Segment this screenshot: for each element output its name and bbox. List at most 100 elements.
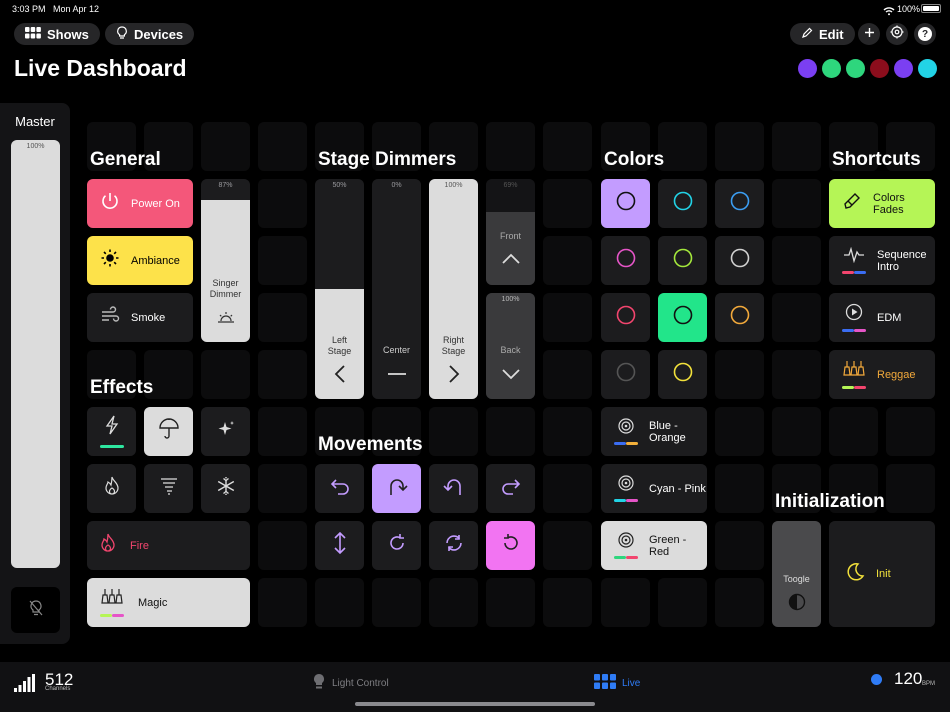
color-preset-button[interactable] bbox=[601, 179, 650, 228]
circle-icon bbox=[672, 190, 694, 217]
edm-shortcut[interactable]: EDM bbox=[829, 293, 935, 342]
color-preset-button[interactable] bbox=[601, 350, 650, 399]
smoke-button[interactable]: Smoke bbox=[87, 293, 193, 342]
color-preset-button[interactable] bbox=[601, 293, 650, 342]
snowflake-effect-button[interactable] bbox=[201, 464, 250, 513]
help-button[interactable]: ? bbox=[914, 23, 936, 45]
question-mark-icon: ? bbox=[918, 27, 932, 41]
front-label: Front bbox=[499, 231, 521, 241]
color-preset-button[interactable] bbox=[658, 236, 707, 285]
chevron-right-icon bbox=[429, 364, 478, 384]
header-color-dot[interactable] bbox=[846, 59, 865, 78]
sequence-intro-shortcut[interactable]: Sequence Intro bbox=[829, 236, 935, 285]
master-title: Master bbox=[15, 114, 55, 129]
header-color-dot[interactable] bbox=[822, 59, 841, 78]
left-stage-fader[interactable]: 50% Left Stage bbox=[315, 179, 364, 399]
color-preset-button[interactable] bbox=[658, 350, 707, 399]
color-preset-button[interactable] bbox=[715, 179, 764, 228]
color-preset-button[interactable] bbox=[658, 293, 707, 342]
color-preset-button[interactable] bbox=[715, 236, 764, 285]
rotate-clockwise-button[interactable] bbox=[372, 521, 421, 570]
move-forward-right-button[interactable] bbox=[486, 464, 535, 513]
arrow-turn-up-left-icon bbox=[442, 475, 465, 502]
circle-icon bbox=[615, 361, 637, 388]
preset-green-red-button[interactable]: Green - Red bbox=[601, 521, 707, 570]
master-panel: Master 100% bbox=[0, 103, 70, 644]
header-color-dot[interactable] bbox=[918, 59, 937, 78]
minus-icon bbox=[372, 372, 421, 376]
master-fader[interactable]: 100% bbox=[11, 140, 60, 568]
singer-dimmer-fader[interactable]: 87% Singer Dimmer bbox=[201, 179, 250, 342]
flame-effect-button[interactable] bbox=[87, 464, 136, 513]
front-fader[interactable]: 69% Front bbox=[486, 179, 535, 285]
reggae-shortcut[interactable]: Reggae bbox=[829, 350, 935, 399]
blackout-button[interactable] bbox=[11, 587, 60, 633]
header-color-dot[interactable] bbox=[894, 59, 913, 78]
rotate-counterclockwise-button[interactable] bbox=[486, 521, 535, 570]
center-fader[interactable]: 0% Center bbox=[372, 179, 421, 399]
ambiance-button[interactable]: Ambiance bbox=[87, 236, 193, 285]
ambiance-label: Ambiance bbox=[131, 254, 180, 267]
empty-grid-cell bbox=[715, 464, 764, 513]
header-color-dot[interactable] bbox=[870, 59, 889, 78]
umbrella-effect-button[interactable] bbox=[144, 407, 193, 456]
settings-button[interactable] bbox=[886, 23, 908, 45]
empty-grid-cell bbox=[258, 179, 307, 228]
empty-grid-cell bbox=[486, 122, 535, 171]
preset-green-red-label: Green - Red bbox=[649, 533, 687, 558]
tab-live[interactable]: Live bbox=[594, 674, 640, 692]
master-fader-fill bbox=[11, 140, 60, 568]
section-stage-dimmers-title: Stage Dimmers bbox=[318, 149, 457, 170]
section-general-title: General bbox=[90, 149, 161, 170]
lightning-effect-button[interactable] bbox=[87, 407, 136, 456]
moon-icon bbox=[845, 562, 865, 587]
section-shortcuts-title: Shortcuts bbox=[832, 149, 921, 170]
move-up-right-button[interactable] bbox=[372, 464, 421, 513]
sparkle-icon bbox=[216, 419, 236, 444]
empty-grid-cell bbox=[543, 578, 592, 627]
preset-blue-orange-label: Blue - Orange bbox=[649, 419, 686, 444]
arrow-up-down-icon bbox=[333, 531, 347, 559]
battery-icon bbox=[921, 4, 941, 13]
home-indicator[interactable] bbox=[355, 702, 595, 706]
color-preset-button[interactable] bbox=[658, 179, 707, 228]
color-preset-button[interactable] bbox=[715, 293, 764, 342]
toggle-button[interactable]: Toogle bbox=[772, 521, 821, 627]
shows-label: Shows bbox=[47, 26, 89, 42]
back-fader[interactable]: 100% Back bbox=[486, 293, 535, 399]
sparkle-effect-button[interactable] bbox=[201, 407, 250, 456]
move-vertical-button[interactable] bbox=[315, 521, 364, 570]
devices-button[interactable]: Devices bbox=[105, 23, 195, 45]
center-label: Center bbox=[382, 345, 410, 355]
magic-effect-button[interactable]: Magic bbox=[87, 578, 250, 627]
page-title: Live Dashboard bbox=[14, 55, 187, 81]
add-button[interactable] bbox=[858, 23, 880, 45]
power-on-button[interactable]: Power On bbox=[87, 179, 193, 228]
tornado-effect-button[interactable] bbox=[144, 464, 193, 513]
spotlights-icon bbox=[843, 360, 865, 383]
circle-icon bbox=[729, 304, 751, 331]
preset-cyan-pink-button[interactable]: Cyan - Pink bbox=[601, 464, 707, 513]
wifi-icon bbox=[883, 3, 895, 21]
color-preset-button[interactable] bbox=[601, 236, 650, 285]
colors-fades-shortcut[interactable]: Colors Fades bbox=[829, 179, 935, 228]
tab-light-control[interactable]: Light Control bbox=[312, 673, 389, 694]
edit-button[interactable]: Edit bbox=[790, 23, 855, 45]
bulb-off-icon bbox=[28, 599, 44, 622]
reggae-icon-group bbox=[842, 360, 866, 389]
empty-grid-cell bbox=[543, 464, 592, 513]
power-icon bbox=[100, 191, 120, 216]
shows-button[interactable]: Shows bbox=[14, 23, 100, 45]
move-back-left-button[interactable] bbox=[315, 464, 364, 513]
rotate-loop-button[interactable] bbox=[429, 521, 478, 570]
move-up-left-button[interactable] bbox=[429, 464, 478, 513]
fire-effect-button[interactable]: Fire bbox=[87, 521, 250, 570]
init-button[interactable]: Init bbox=[829, 521, 935, 627]
header-color-dot[interactable] bbox=[798, 59, 817, 78]
preset-blue-orange-button[interactable]: Blue - Orange bbox=[601, 407, 707, 456]
empty-grid-cell bbox=[772, 407, 821, 456]
empty-grid-cell bbox=[658, 578, 707, 627]
empty-grid-cell bbox=[829, 407, 878, 456]
right-stage-fader[interactable]: 100% Right Stage bbox=[429, 179, 478, 399]
empty-grid-cell bbox=[772, 236, 821, 285]
